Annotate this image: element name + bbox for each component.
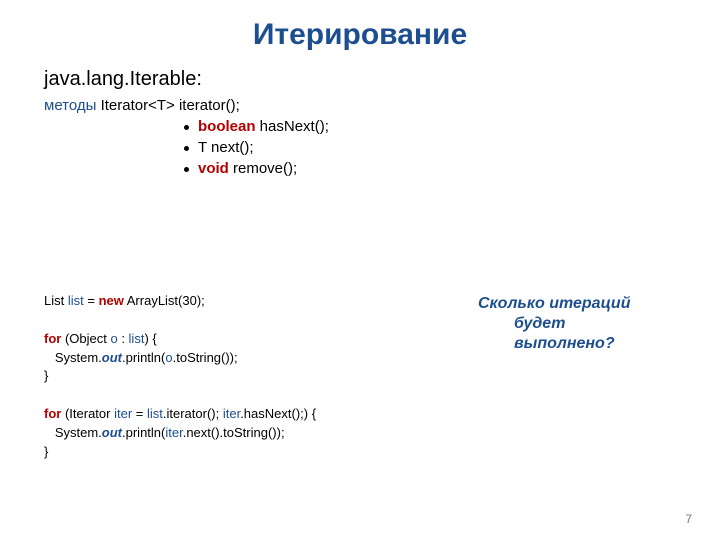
- question-line-1: Сколько итераций: [478, 294, 678, 314]
- question-callout: Сколько итераций будет выполнено?: [478, 294, 678, 354]
- bullet-kw: boolean: [198, 118, 256, 135]
- methods-line: методы Iterator<T> iterator();: [44, 97, 604, 114]
- bullet-kw: void: [198, 160, 229, 177]
- bullet-remove: void remove();: [184, 160, 604, 177]
- bullet-text: remove();: [229, 160, 297, 177]
- method-bullets: boolean hasNext(); T next(); void remove…: [184, 118, 604, 177]
- code-block: List list = new ArrayList(30); for (Obje…: [44, 292, 424, 462]
- bullet-text: hasNext();: [256, 118, 329, 135]
- question-line-2: будет: [478, 314, 678, 334]
- bullet-hasnext: boolean hasNext();: [184, 118, 604, 135]
- slide-title: Итерирование: [0, 18, 720, 52]
- slide: Итерирование java.lang.Iterable: методы …: [0, 0, 720, 540]
- bullet-text: T next();: [198, 139, 254, 156]
- question-line-3: выполнено?: [478, 334, 678, 354]
- interface-block: java.lang.Iterable: методы Iterator<T> i…: [44, 68, 604, 181]
- methods-prefix: методы: [44, 97, 96, 114]
- methods-sig: Iterator<T> iterator();: [96, 97, 239, 114]
- bullet-next: T next();: [184, 139, 604, 156]
- page-number: 7: [685, 512, 692, 526]
- interface-name: java.lang.Iterable:: [44, 68, 604, 91]
